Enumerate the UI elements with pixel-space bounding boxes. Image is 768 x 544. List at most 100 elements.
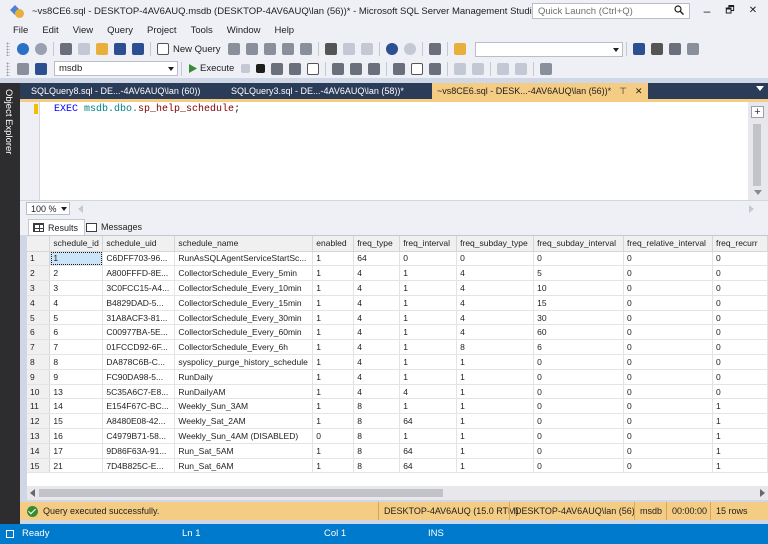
menu-query[interactable]: Query [100, 25, 140, 36]
cell-freq-relative-interval[interactable]: 0 [623, 443, 713, 459]
cell-freq-subday-interval[interactable]: 0 [533, 354, 625, 370]
database-select[interactable]: msdb [54, 61, 178, 76]
sql-editor[interactable]: EXEC msdb.dbo.sp_help_schedule; [20, 102, 748, 200]
cell-schedule-uid[interactable]: C6DFF703-96... [102, 251, 176, 267]
cell-freq-interval[interactable]: 1 [399, 295, 458, 311]
column-header-freq-relative-interval[interactable]: freq_relative_interval [623, 236, 713, 252]
cell-freq-subday-interval[interactable]: 6 [533, 339, 625, 356]
cell-freq-subday-interval[interactable]: 0 [533, 398, 625, 415]
cell-freq-subday-type[interactable]: 1 [456, 428, 535, 444]
cell-enabled[interactable]: 1 [312, 398, 355, 415]
cell-freq-subday-interval[interactable]: 30 [533, 310, 625, 326]
row-number[interactable]: 15 [27, 458, 51, 474]
cell-schedule-name[interactable]: CollectorSchedule_Every_6h [174, 339, 314, 356]
cell-freq-subday-interval[interactable]: 0 [533, 413, 625, 430]
scroll-left-icon[interactable] [78, 205, 83, 213]
cell-freq-recurr[interactable]: 0 [712, 280, 768, 296]
cell-freq-subday-interval[interactable]: 0 [533, 384, 625, 400]
cell-freq-subday-type[interactable]: 1 [456, 354, 535, 370]
cell-freq-interval[interactable]: 4 [399, 384, 458, 400]
cell-freq-type[interactable]: 4 [353, 280, 401, 296]
cell-freq-type[interactable]: 8 [353, 413, 401, 430]
client-stats-icon[interactable] [368, 62, 381, 75]
comment-icon[interactable] [454, 62, 467, 75]
cell-enabled[interactable]: 1 [312, 265, 355, 282]
scroll-right-icon[interactable] [749, 205, 754, 213]
cell-enabled[interactable]: 1 [312, 280, 355, 296]
cell-schedule-id[interactable]: 4 [49, 295, 104, 311]
close-tab-icon[interactable]: ✕ [635, 86, 643, 97]
cell-schedule-name[interactable]: RunAsSQLAgentServiceStartSc... [174, 251, 314, 267]
cell-enabled[interactable]: 1 [312, 251, 355, 267]
cell-schedule-id[interactable]: 3 [49, 280, 104, 296]
cell-freq-relative-interval[interactable]: 0 [623, 458, 713, 474]
cell-enabled[interactable]: 1 [312, 324, 355, 341]
tab-messages[interactable]: Messages [82, 219, 148, 235]
cell-enabled[interactable]: 1 [312, 384, 355, 400]
results-to-text-icon[interactable] [393, 62, 406, 75]
cell-freq-recurr[interactable]: 0 [712, 310, 768, 326]
cell-freq-recurr[interactable]: 0 [712, 339, 768, 356]
cell-freq-type[interactable]: 4 [353, 384, 401, 400]
cell-schedule-uid[interactable]: A800FFFD-8E... [102, 265, 176, 282]
cell-freq-relative-interval[interactable]: 0 [623, 310, 713, 326]
cell-schedule-name[interactable]: syspolicy_purge_history_schedule [174, 354, 314, 370]
uncomment-icon[interactable] [472, 62, 485, 75]
row-number[interactable]: 10 [27, 384, 51, 400]
cell-schedule-id[interactable]: 16 [49, 428, 104, 444]
cell-schedule-id[interactable]: 7 [49, 339, 104, 356]
new-project-icon[interactable] [60, 43, 72, 55]
cell-schedule-name[interactable]: CollectorSchedule_Every_5min [174, 265, 314, 282]
cell-schedule-uid[interactable]: 5C35A6C7-E8... [102, 384, 176, 400]
cell-freq-subday-type[interactable]: 4 [456, 310, 535, 326]
cell-schedule-name[interactable]: CollectorSchedule_Every_30min [174, 310, 314, 326]
cell-schedule-uid[interactable]: FC90DA98-5... [102, 369, 176, 385]
menu-tools[interactable]: Tools [184, 25, 220, 36]
cell-enabled[interactable]: 1 [312, 354, 355, 370]
cell-freq-relative-interval[interactable]: 0 [623, 369, 713, 385]
menu-window[interactable]: Window [220, 25, 268, 36]
row-number[interactable]: 6 [27, 324, 51, 341]
column-header-schedule-name[interactable]: schedule_name [174, 236, 314, 252]
cell-freq-relative-interval[interactable]: 0 [623, 280, 713, 296]
redo-icon[interactable] [403, 43, 416, 55]
cell-freq-relative-interval[interactable]: 0 [623, 413, 713, 430]
cell-schedule-uid[interactable]: 7D4B825C-E... [102, 458, 176, 474]
object-explorer-tab[interactable]: Object Explorer [0, 83, 20, 524]
save-all-icon[interactable] [132, 43, 144, 55]
table-row[interactable]: 11 14 E154F67C-BC... Weekly_Sun_3AM 1 8 1 1 0 0 1 [27, 398, 768, 415]
quick-launch-input[interactable]: Quick Launch (Ctrl+Q) [532, 3, 690, 19]
results-to-grid-icon[interactable] [411, 62, 424, 75]
cell-schedule-uid[interactable]: 31A8ACF3-81... [102, 310, 176, 326]
tab-vs8ce6[interactable]: ~vs8CE6.sql - DESK...-4AV6AUQ\lan (56))*… [432, 83, 648, 99]
column-header-schedule-id[interactable]: schedule_id [49, 236, 104, 252]
debug-target-icon[interactable] [453, 43, 466, 55]
cell-freq-relative-interval[interactable]: 0 [623, 398, 713, 415]
open-file-icon[interactable] [96, 43, 108, 55]
row-number[interactable]: 9 [27, 369, 51, 385]
cell-freq-subday-type[interactable]: 1 [456, 413, 535, 430]
cell-freq-relative-interval[interactable]: 0 [623, 428, 713, 444]
pin-icon[interactable]: ⊤ [619, 86, 627, 97]
cell-freq-interval[interactable]: 1 [399, 339, 458, 356]
scroll-right-icon[interactable] [760, 489, 765, 497]
toolbar-grip[interactable] [6, 61, 10, 76]
cell-freq-recurr[interactable]: 0 [712, 251, 768, 267]
cell-schedule-id[interactable]: 17 [49, 443, 104, 459]
cell-freq-interval[interactable]: 1 [399, 428, 458, 444]
cell-freq-recurr[interactable]: 0 [712, 295, 768, 311]
cell-freq-subday-type[interactable]: 0 [456, 251, 535, 267]
cell-schedule-uid[interactable]: E154F67C-BC... [102, 398, 176, 415]
cell-freq-type[interactable]: 8 [353, 428, 401, 444]
cell-freq-interval[interactable]: 1 [399, 310, 458, 326]
table-row[interactable]: 3 3 3C0FCC15-A4... CollectorSchedule_Every_… [27, 280, 768, 296]
cell-enabled[interactable]: 1 [312, 295, 355, 311]
cell-schedule-uid[interactable]: B4829DAD-5... [102, 295, 176, 311]
cell-schedule-name[interactable]: Run_Sat_5AM [174, 443, 314, 459]
cell-freq-interval[interactable]: 1 [399, 324, 458, 341]
cell-freq-subday-type[interactable]: 1 [456, 384, 535, 400]
cell-freq-recurr[interactable]: 1 [712, 413, 768, 430]
cell-freq-relative-interval[interactable]: 0 [623, 295, 713, 311]
solution-config-icon[interactable] [428, 43, 441, 55]
cell-freq-subday-type[interactable]: 1 [456, 443, 535, 459]
